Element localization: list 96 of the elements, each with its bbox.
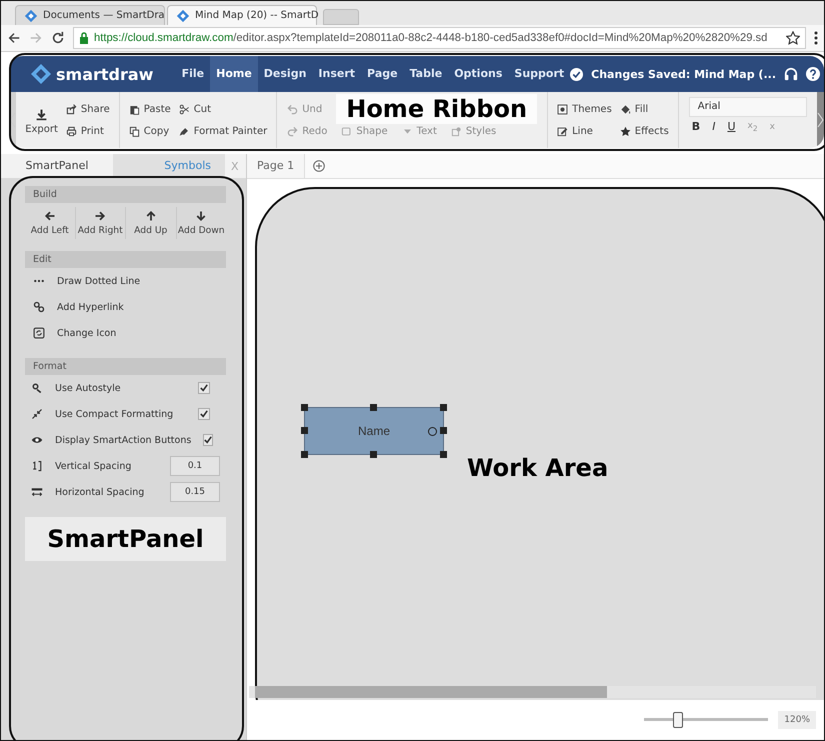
redo-icon <box>287 126 298 137</box>
panel-action[interactable]: Add Hyperlink <box>25 294 226 320</box>
more-icon[interactable] <box>814 31 818 45</box>
lock-icon <box>79 32 89 44</box>
zoom-percentage: 120% <box>778 711 816 729</box>
menu-tab[interactable]: Home <box>210 56 258 92</box>
printer-icon <box>66 126 77 136</box>
number-field[interactable]: 0.15 <box>170 482 220 502</box>
browser-tab[interactable]: Mind Map (20) -- SmartD <box>167 5 317 25</box>
panel-action[interactable]: Change Icon <box>25 320 226 346</box>
menu-tab[interactable]: Table <box>404 56 448 92</box>
diamond-logo-icon <box>176 8 190 22</box>
menu-tab[interactable]: Options <box>448 56 508 92</box>
star-icon <box>620 126 631 136</box>
logo-text: smartdraw <box>56 64 154 84</box>
vertical-spacing-icon <box>31 460 43 472</box>
ribbon-button[interactable]: Fill <box>620 104 669 114</box>
undo-icon <box>287 104 298 114</box>
copy-icon <box>128 126 140 136</box>
url-text: https://cloud.smartdraw.com/editor.aspx?templateId=208011a0-88c2-4448-b180-ced5ad338ef0#docId=Mind%20Map%20%2820%29.sd <box>94 32 768 44</box>
slider-thumb[interactable] <box>672 712 683 728</box>
option-label: Vertical Spacing <box>55 460 132 472</box>
clipboard-icon <box>128 104 140 114</box>
square-icon <box>341 126 352 137</box>
arrow-down-icon <box>195 210 208 222</box>
panel-action[interactable]: Draw Dotted Line <box>25 268 226 294</box>
browser-tab[interactable]: Documents — SmartDra <box>15 5 165 25</box>
brush-icon <box>178 126 190 136</box>
menu-tab[interactable]: Insert <box>312 56 362 92</box>
arrow-left-icon <box>44 210 56 222</box>
build-button[interactable]: Add Up <box>126 207 176 239</box>
ribbon-button[interactable]: Copy <box>128 126 171 136</box>
ribbon-button[interactable]: Export <box>25 106 58 134</box>
horizontal-spacing-icon <box>31 486 43 498</box>
section-header: Format <box>25 358 226 375</box>
font-field[interactable]: Arial <box>688 97 807 117</box>
ribbon-button[interactable]: Format Painter <box>178 126 268 136</box>
build-button[interactable]: Add Down <box>176 207 226 239</box>
headset-icon[interactable] <box>784 67 798 81</box>
option-label: Use Compact Formatting <box>55 408 174 420</box>
build-button[interactable]: Add Right <box>76 207 126 239</box>
back-icon[interactable] <box>7 31 21 45</box>
arrow-right-icon <box>94 210 106 222</box>
checkbox[interactable] <box>198 382 210 394</box>
address-field[interactable]: https://cloud.smartdraw.com/editor.aspx?templateId=208011a0-88c2-4448-b180-ced5ad338ef0#docId=Mind%20Map%20%2820%29.sd <box>73 27 806 49</box>
bucket-icon <box>620 104 631 114</box>
ribbon-button[interactable]: Line <box>557 126 612 136</box>
diamond-logo-icon <box>24 8 38 22</box>
section-header: Edit <box>25 251 226 268</box>
ribbon-button[interactable]: Effects <box>620 126 669 136</box>
option-label: Display SmartAction Buttons <box>55 434 192 446</box>
section-header: Build <box>25 186 226 203</box>
scissors-icon <box>178 104 190 114</box>
refresh-icon <box>33 327 45 339</box>
ribbon-button[interactable]: Print <box>66 126 110 136</box>
callout-label: Work Area <box>467 454 608 482</box>
menu-tab[interactable]: Page <box>361 56 404 92</box>
save-status: Changes Saved: Mind Map (... <box>591 68 776 80</box>
option-label: Use Autostyle <box>55 382 122 394</box>
number-field[interactable]: 0.1 <box>170 456 220 476</box>
menu-tab[interactable]: File <box>176 56 210 92</box>
mind-map-node[interactable]: Name <box>304 407 444 455</box>
star-icon[interactable] <box>786 31 800 45</box>
reload-icon[interactable] <box>51 31 65 45</box>
help-icon[interactable] <box>806 67 820 81</box>
diamond-logo-icon <box>31 64 51 84</box>
horizontal-scrollbar[interactable] <box>249 686 816 698</box>
eye-icon <box>31 434 43 446</box>
option-label: Horizontal Spacing <box>55 486 146 498</box>
pencil-icon <box>557 126 568 136</box>
menu-tab[interactable]: Support <box>508 56 570 92</box>
grid-icon <box>557 104 568 114</box>
download-icon <box>35 108 48 120</box>
compress-icon <box>31 408 43 420</box>
check-circle-icon <box>570 68 584 80</box>
chevron-right-icon <box>816 112 824 128</box>
scroll-right-button[interactable] <box>816 92 824 148</box>
format-button[interactable]: U <box>724 120 738 133</box>
arrow-up-icon <box>144 210 157 222</box>
ribbon-button[interactable]: Share <box>66 104 110 114</box>
ribbon-button[interactable]: Cut <box>178 104 268 114</box>
menu-tab[interactable]: Design <box>258 56 312 92</box>
link-icon <box>33 301 45 313</box>
ribbon-button[interactable]: Paste <box>128 104 171 114</box>
callout-label: SmartPanel <box>25 517 226 561</box>
checkbox[interactable] <box>198 408 210 420</box>
page-tab[interactable]: Page 1 <box>247 154 306 178</box>
build-button[interactable]: Add Left <box>25 207 76 239</box>
panel-tab[interactable]: SmartPanel <box>1 154 113 178</box>
ribbon-button[interactable]: Themes <box>557 104 612 114</box>
share-icon <box>66 104 77 114</box>
plus-circle-icon <box>313 160 326 172</box>
callout-label: Home Ribbon <box>336 94 538 124</box>
format-button[interactable]: I <box>709 120 718 133</box>
format-button[interactable]: B <box>688 120 704 133</box>
checkbox[interactable] <box>203 434 214 446</box>
